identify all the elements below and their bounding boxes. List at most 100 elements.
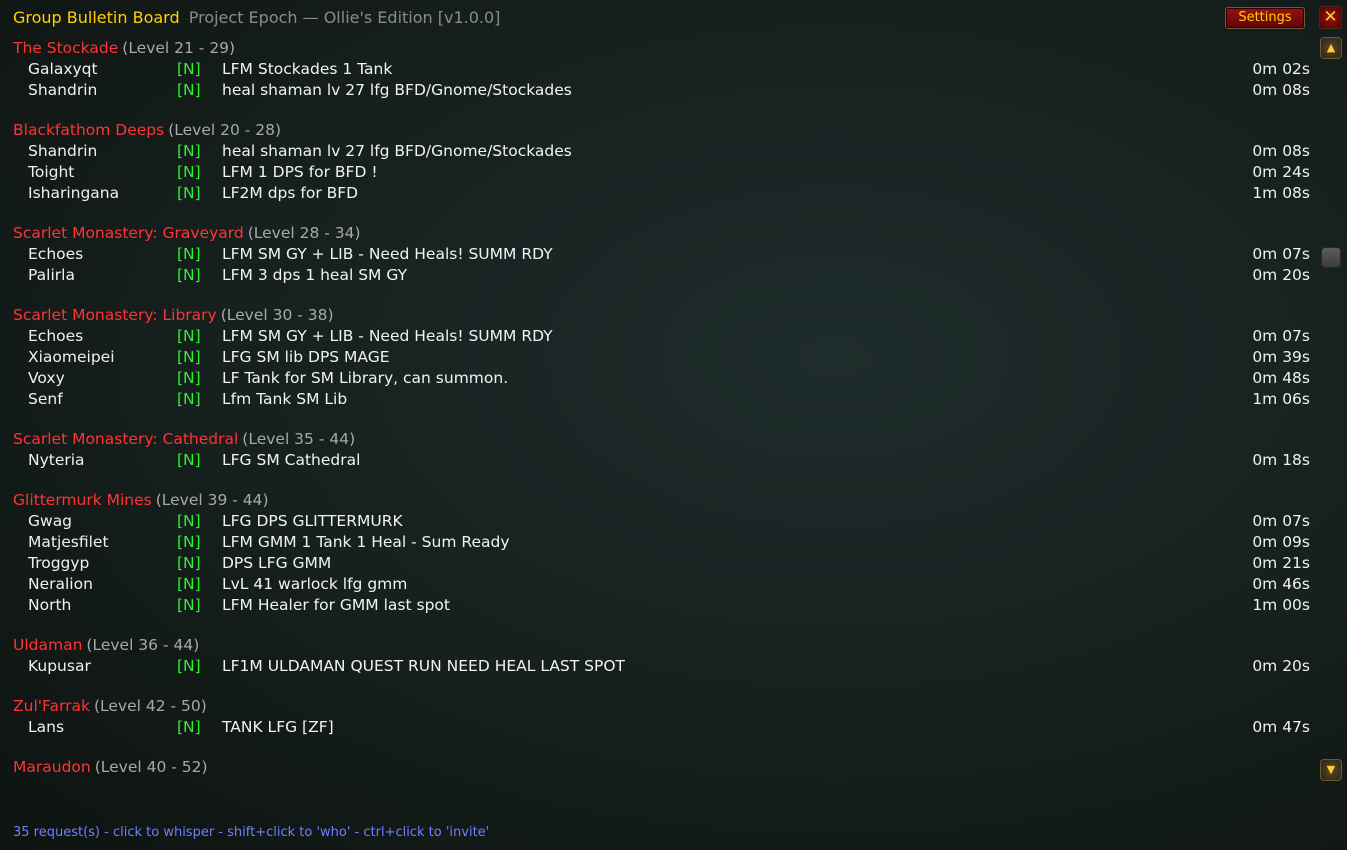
level-range: (Level 40 - 52) bbox=[94, 758, 208, 776]
level-range: (Level 28 - 34) bbox=[247, 224, 361, 242]
request-row[interactable]: Kupusar [N] LF1M ULDAMAN QUEST RUN NEED HE… bbox=[0, 656, 1315, 677]
player-name: Shandrin bbox=[28, 81, 98, 99]
request-row[interactable]: Xiaomeipei [N] LFG SM lib DPS MAGE 0m 39s bbox=[0, 347, 1315, 368]
request-age: 1m 00s bbox=[1252, 596, 1310, 614]
category-header: Glittermurk Mines (Level 39 - 44) bbox=[0, 490, 1315, 511]
faction-tag: [N] bbox=[177, 575, 201, 593]
request-message: heal shaman lv 27 lfg BFD/Gnome/Stockade… bbox=[222, 81, 572, 99]
request-row[interactable]: Echoes [N] LFM SM GY + LIB - Need Heals! S… bbox=[0, 326, 1315, 347]
faction-tag: [N] bbox=[177, 245, 201, 263]
level-range: (Level 39 - 44) bbox=[155, 491, 269, 509]
faction-tag: [N] bbox=[177, 451, 201, 469]
category-header: Uldaman (Level 36 - 44) bbox=[0, 635, 1315, 656]
player-name: Voxy bbox=[28, 369, 65, 387]
category-spacer bbox=[0, 616, 1315, 635]
request-age: 0m 08s bbox=[1252, 81, 1310, 99]
faction-tag: [N] bbox=[177, 533, 201, 551]
request-age: 1m 08s bbox=[1252, 184, 1310, 202]
scroll-up-icon[interactable]: ▲ bbox=[1320, 37, 1342, 59]
request-message: LFG SM lib DPS MAGE bbox=[222, 348, 390, 366]
faction-tag: [N] bbox=[177, 718, 201, 736]
faction-tag: [N] bbox=[177, 327, 201, 345]
group-bulletin-board-window: Group Bulletin Board Project Epoch — Oll… bbox=[0, 0, 1347, 850]
request-row[interactable]: Voxy [N] LF Tank for SM Library, can summo… bbox=[0, 368, 1315, 389]
request-row[interactable]: Lans [N] TANK LFG [ZF] 0m 47s bbox=[0, 717, 1315, 738]
category-spacer bbox=[0, 204, 1315, 223]
dungeon-name: Zul'Farrak bbox=[13, 697, 90, 715]
request-age: 0m 18s bbox=[1252, 451, 1310, 469]
request-message: LFM GMM 1 Tank 1 Heal - Sum Ready bbox=[222, 533, 510, 551]
level-range: (Level 36 - 44) bbox=[86, 636, 200, 654]
category-header: Scarlet Monastery: Cathedral (Level 35 - … bbox=[0, 429, 1315, 450]
request-row[interactable]: Echoes [N] LFM SM GY + LIB - Need Heals! S… bbox=[0, 244, 1315, 265]
category-spacer bbox=[0, 738, 1315, 757]
request-message: LF1M ULDAMAN QUEST RUN NEED HEAL LAST SP… bbox=[222, 657, 626, 675]
dungeon-name: Glittermurk Mines bbox=[13, 491, 152, 509]
request-row[interactable]: Nyteria [N] LFG SM Cathedral 0m 18s bbox=[0, 450, 1315, 471]
dungeon-name: The Stockade bbox=[13, 39, 119, 57]
faction-tag: [N] bbox=[177, 184, 201, 202]
scrollbar-thumb[interactable] bbox=[1321, 247, 1341, 268]
request-message: DPS LFG GMM bbox=[222, 554, 332, 572]
request-message: LvL 41 warlock lfg gmm bbox=[222, 575, 408, 593]
request-row[interactable]: Neralion [N] LvL 41 warlock lfg gmm 0m 46s bbox=[0, 574, 1315, 595]
request-row[interactable]: Isharingana [N] LF2M dps for BFD 1m 08s bbox=[0, 183, 1315, 204]
player-name: Lans bbox=[28, 718, 65, 736]
request-message: LFM Stockades 1 Tank bbox=[222, 60, 393, 78]
request-age: 0m 46s bbox=[1252, 575, 1310, 593]
dungeon-name: Scarlet Monastery: Graveyard bbox=[13, 224, 244, 242]
request-age: 0m 24s bbox=[1252, 163, 1310, 181]
player-name: Senf bbox=[28, 390, 63, 408]
request-message: LFM SM GY + LIB - Need Heals! SUMM RDY bbox=[222, 327, 553, 345]
faction-tag: [N] bbox=[177, 512, 201, 530]
request-row[interactable]: Troggyp [N] DPS LFG GMM 0m 21s bbox=[0, 553, 1315, 574]
category-spacer bbox=[0, 677, 1315, 696]
level-range: (Level 35 - 44) bbox=[242, 430, 356, 448]
request-row[interactable]: Shandrin [N] heal shaman lv 27 lfg BFD/Gno… bbox=[0, 80, 1315, 101]
request-row[interactable]: Shandrin [N] heal shaman lv 27 lfg BFD/Gno… bbox=[0, 141, 1315, 162]
request-row[interactable]: Palirla [N] LFM 3 dps 1 heal SM GY 0m 20s bbox=[0, 265, 1315, 286]
player-name: Matjesfilet bbox=[28, 533, 109, 551]
level-range: (Level 20 - 28) bbox=[168, 121, 282, 139]
request-row[interactable]: Toight [N] LFM 1 DPS for BFD ! 0m 24s bbox=[0, 162, 1315, 183]
request-age: 1m 06s bbox=[1252, 390, 1310, 408]
category-header: Maraudon (Level 40 - 52) bbox=[0, 757, 1315, 778]
faction-tag: [N] bbox=[177, 390, 201, 408]
level-range: (Level 21 - 29) bbox=[122, 39, 236, 57]
player-name: Palirla bbox=[28, 266, 75, 284]
player-name: Troggyp bbox=[28, 554, 90, 572]
request-age: 0m 07s bbox=[1252, 327, 1310, 345]
footer-hint: 35 request(s) - click to whisper - shift… bbox=[13, 825, 490, 840]
request-message: LFG SM Cathedral bbox=[222, 451, 361, 469]
faction-tag: [N] bbox=[177, 369, 201, 387]
category-spacer bbox=[0, 101, 1315, 120]
player-name: Kupusar bbox=[28, 657, 91, 675]
category-header: Scarlet Monastery: Library (Level 30 - 38… bbox=[0, 305, 1315, 326]
request-message: TANK LFG [ZF] bbox=[222, 718, 334, 736]
player-name: Echoes bbox=[28, 327, 84, 345]
request-row[interactable]: Galaxyqt [N] LFM Stockades 1 Tank 0m 02s bbox=[0, 59, 1315, 80]
player-name: Toight bbox=[28, 163, 75, 181]
dungeon-name: Maraudon bbox=[13, 758, 91, 776]
player-name: Echoes bbox=[28, 245, 84, 263]
request-row[interactable]: Matjesfilet [N] LFM GMM 1 Tank 1 Heal - Su… bbox=[0, 532, 1315, 553]
request-message: LF2M dps for BFD bbox=[222, 184, 359, 202]
window-title: Group Bulletin Board bbox=[13, 8, 180, 27]
scroll-down-icon[interactable]: ▼ bbox=[1320, 759, 1342, 781]
player-name: Gwag bbox=[28, 512, 73, 530]
request-row[interactable]: North [N] LFM Healer for GMM last spot 1m 0… bbox=[0, 595, 1315, 616]
faction-tag: [N] bbox=[177, 596, 201, 614]
request-row[interactable]: Gwag [N] LFG DPS GLITTERMURK 0m 07s bbox=[0, 511, 1315, 532]
settings-button[interactable]: Settings bbox=[1225, 7, 1305, 29]
request-row[interactable]: Senf [N] Lfm Tank SM Lib 1m 06s bbox=[0, 389, 1315, 410]
request-age: 0m 21s bbox=[1252, 554, 1310, 572]
faction-tag: [N] bbox=[177, 348, 201, 366]
request-message: LFM Healer for GMM last spot bbox=[222, 596, 450, 614]
request-age: 0m 20s bbox=[1252, 657, 1310, 675]
request-message: heal shaman lv 27 lfg BFD/Gnome/Stockade… bbox=[222, 142, 572, 160]
close-icon[interactable]: ✕ bbox=[1319, 6, 1342, 29]
player-name: Shandrin bbox=[28, 142, 98, 160]
category-header: Zul'Farrak (Level 42 - 50) bbox=[0, 696, 1315, 717]
request-age: 0m 08s bbox=[1252, 142, 1310, 160]
request-age: 0m 20s bbox=[1252, 266, 1310, 284]
